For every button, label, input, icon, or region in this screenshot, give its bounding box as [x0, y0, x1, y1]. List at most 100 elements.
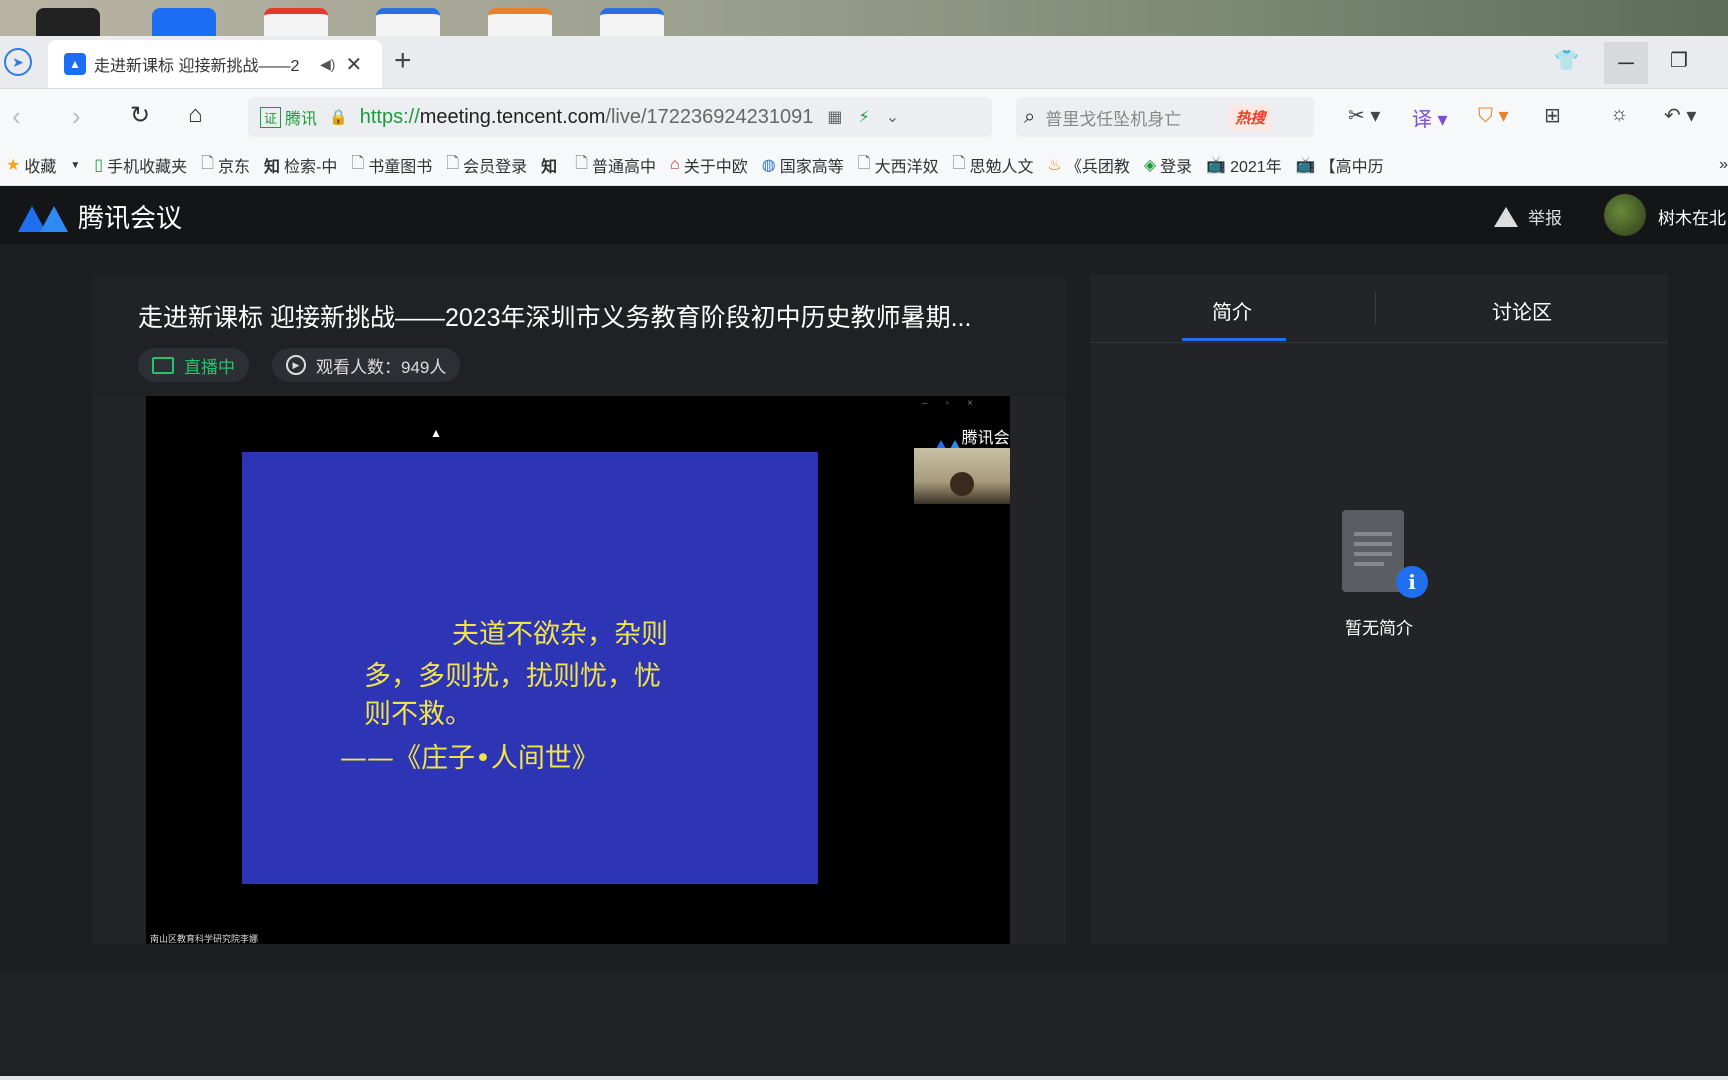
hot-search-badge[interactable]: 热搜 [1229, 104, 1272, 130]
url-path: /live/1722369242310​91 [605, 105, 814, 128]
bookmark-item[interactable]: 🗋 书童图书 [351, 152, 432, 179]
desktop-app-icon[interactable] [264, 8, 328, 36]
bookmark-item[interactable]: ▯ 手机收藏夹 [94, 153, 187, 177]
bili-icon: 📺 [1206, 157, 1227, 174]
bookmark-label: 手机收藏夹 [107, 159, 188, 176]
side-tabs: 简介 讨论区 [1090, 274, 1668, 343]
bookmark-item[interactable]: 🗋 普通高中 [575, 152, 656, 179]
address-toolbar: ‹ › ↻ ⌂ 证 腾讯 🔒 https://meeting.tencent.c… [0, 89, 1728, 145]
home-icon[interactable]: ⌂ [188, 101, 203, 129]
chevron-down-icon[interactable]: ⌄ [886, 107, 899, 127]
home-icon: ⌂ [670, 156, 680, 173]
avatar[interactable] [1604, 194, 1646, 236]
bookmark-item[interactable]: ★ 收藏 ▼ [6, 153, 80, 177]
undo-icon[interactable]: ↶ ▾ [1664, 103, 1696, 128]
page-title: 走进新课标 迎接新挑战——2023年深圳市义务教育阶段初中历史教师暑期... [138, 304, 972, 332]
play-icon: ▶ [286, 355, 306, 375]
page-icon: 🗋 [857, 154, 871, 172]
desktop-app-icon[interactable] [376, 8, 440, 36]
apps-grid-icon[interactable]: ⊞ [1544, 103, 1561, 128]
lock-icon: 🔒 [329, 109, 348, 126]
desktop-app-icon[interactable] [600, 8, 664, 36]
speaker-camera-thumbnail[interactable] [914, 448, 1010, 504]
bookmark-item[interactable]: 📺 2021年 [1206, 153, 1282, 177]
search-icon: ⌕ [1024, 105, 1036, 128]
back-icon[interactable]: ‹ [12, 101, 21, 132]
report-button[interactable]: 举报 [1494, 204, 1562, 229]
new-tab-button[interactable]: + [394, 44, 412, 78]
more-bookmarks-icon[interactable]: » [1719, 156, 1728, 174]
restore-window-icon[interactable]: ❐ [1670, 48, 1688, 73]
live-status-label: 直播中 [184, 357, 235, 377]
bookmark-item[interactable]: ♨ 《兵团教 [1047, 153, 1129, 177]
bookmark-label: 《兵团教 [1065, 159, 1130, 176]
page-icon: 🗋 [575, 154, 589, 172]
bookmark-item[interactable]: 知检索-中 [264, 153, 337, 177]
tab-title: 走进新课标 迎接新挑战——2 [94, 58, 300, 75]
bookmark-item[interactable]: 知 [541, 153, 561, 177]
zhi-icon: 知 [263, 159, 280, 176]
bookmark-item[interactable]: ⌂ 关于中欧 [670, 153, 748, 177]
forward-icon[interactable]: › [72, 101, 81, 132]
url-text[interactable]: https://meeting.tencent.com/live/1722369… [360, 106, 814, 129]
minimize-button[interactable]: ─ [1604, 42, 1648, 84]
page-icon: 🗋 [201, 154, 214, 172]
bookmark-item[interactable]: ◍ 国家高等 [762, 153, 844, 177]
shared-window-controls: –▫× [922, 398, 991, 409]
slide-line: 夫道不欲杂，杂则 [452, 619, 668, 650]
video-player[interactable]: –▫× ▲ 腾讯会议 夫道不欲杂，杂则 多，多则扰，扰则忧，忧 则不救。 ——《… [146, 396, 1010, 944]
browser-logo-icon[interactable]: ➤ [4, 48, 32, 76]
cert-org: 腾讯 [285, 111, 318, 128]
lightning-icon[interactable]: ⚡ [859, 107, 870, 127]
scissors-icon[interactable]: ✂ ▾ [1348, 103, 1380, 128]
page-icon: 🗋 [351, 154, 365, 172]
globe-icon: ◍ [761, 157, 776, 174]
search-box[interactable]: ⌕ 普里戈任坠机身亡 热搜 [1016, 97, 1314, 137]
slide-line: ——《庄子•人间世》 [340, 743, 599, 774]
speaker-icon[interactable]: ◀) [320, 56, 335, 73]
info-icon: i [1396, 566, 1428, 598]
close-tab-icon[interactable]: ✕ [345, 52, 362, 77]
cert-icon: 证 [260, 106, 282, 128]
bookmark-item[interactable]: 🗋 京东 [201, 152, 250, 179]
flame-icon: ♨ [1047, 157, 1062, 174]
bookmark-label: 书童图书 [368, 159, 433, 176]
bookmark-item[interactable]: ◈ 登录 [1144, 153, 1192, 177]
bookmark-label: 京东 [217, 159, 250, 176]
desktop-app-icon[interactable] [36, 8, 100, 36]
bookmark-label: 2021年 [1230, 159, 1282, 176]
qr-code-icon[interactable]: ▦ [827, 107, 842, 127]
refresh-icon[interactable]: ↻ [130, 101, 150, 130]
live-status-badge: 直播中 [138, 348, 249, 382]
active-tab-indicator [1182, 338, 1286, 341]
certificate-badge[interactable]: 证 腾讯 [260, 105, 317, 129]
shield-icon[interactable]: ⛉ ▾ [1478, 103, 1509, 128]
desktop-background [0, 0, 1728, 36]
bookmark-item[interactable]: 📺 【高中历 [1296, 153, 1384, 177]
bookmark-item[interactable]: 🗋 大西洋奴 [858, 152, 939, 179]
browser-tab-active[interactable]: ▲ 走进新课标 迎接新挑战——2 ◀) ✕ [48, 40, 382, 88]
star-icon: ★ [6, 157, 21, 174]
bookmark-label: 会员登录 [463, 159, 528, 176]
tab-intro[interactable]: 简介 [1212, 296, 1252, 325]
camera-icon [152, 356, 174, 374]
page-footer [0, 974, 1728, 1080]
translate-icon[interactable]: 译 ▾ [1412, 103, 1448, 132]
bookmark-item[interactable]: 🗋 会员登录 [446, 152, 527, 179]
tab-discussion[interactable]: 讨论区 [1492, 296, 1552, 325]
bookmark-item[interactable]: 🗋 思勉人文 [953, 152, 1034, 179]
presentation-slide: 夫道不欲杂，杂则 多，多则扰，扰则忧，忧 则不救。 ——《庄子•人间世》 [242, 452, 818, 884]
brand-logo[interactable]: 腾讯会议 [18, 198, 182, 235]
presenter-watermark: 南山区教育科学研究院李娜 [150, 934, 259, 944]
username[interactable]: 树木在北 [1658, 204, 1726, 229]
skin-icon[interactable]: 👕 [1554, 48, 1579, 73]
bookmark-label: 检索-中 [284, 159, 338, 176]
bookmark-label: 收藏 [24, 159, 57, 176]
desktop-app-icon[interactable] [488, 8, 552, 36]
chevron-down-icon[interactable]: ▼ [70, 160, 80, 171]
search-input[interactable]: 普里戈任坠机身亡 [1045, 105, 1223, 130]
tencent-meeting-logo-icon [18, 202, 72, 232]
address-bar[interactable]: 证 腾讯 🔒 https://meeting.tencent.com/live/… [248, 97, 992, 137]
brightness-icon[interactable]: ☼ [1610, 103, 1628, 126]
desktop-app-icon[interactable] [152, 8, 216, 36]
